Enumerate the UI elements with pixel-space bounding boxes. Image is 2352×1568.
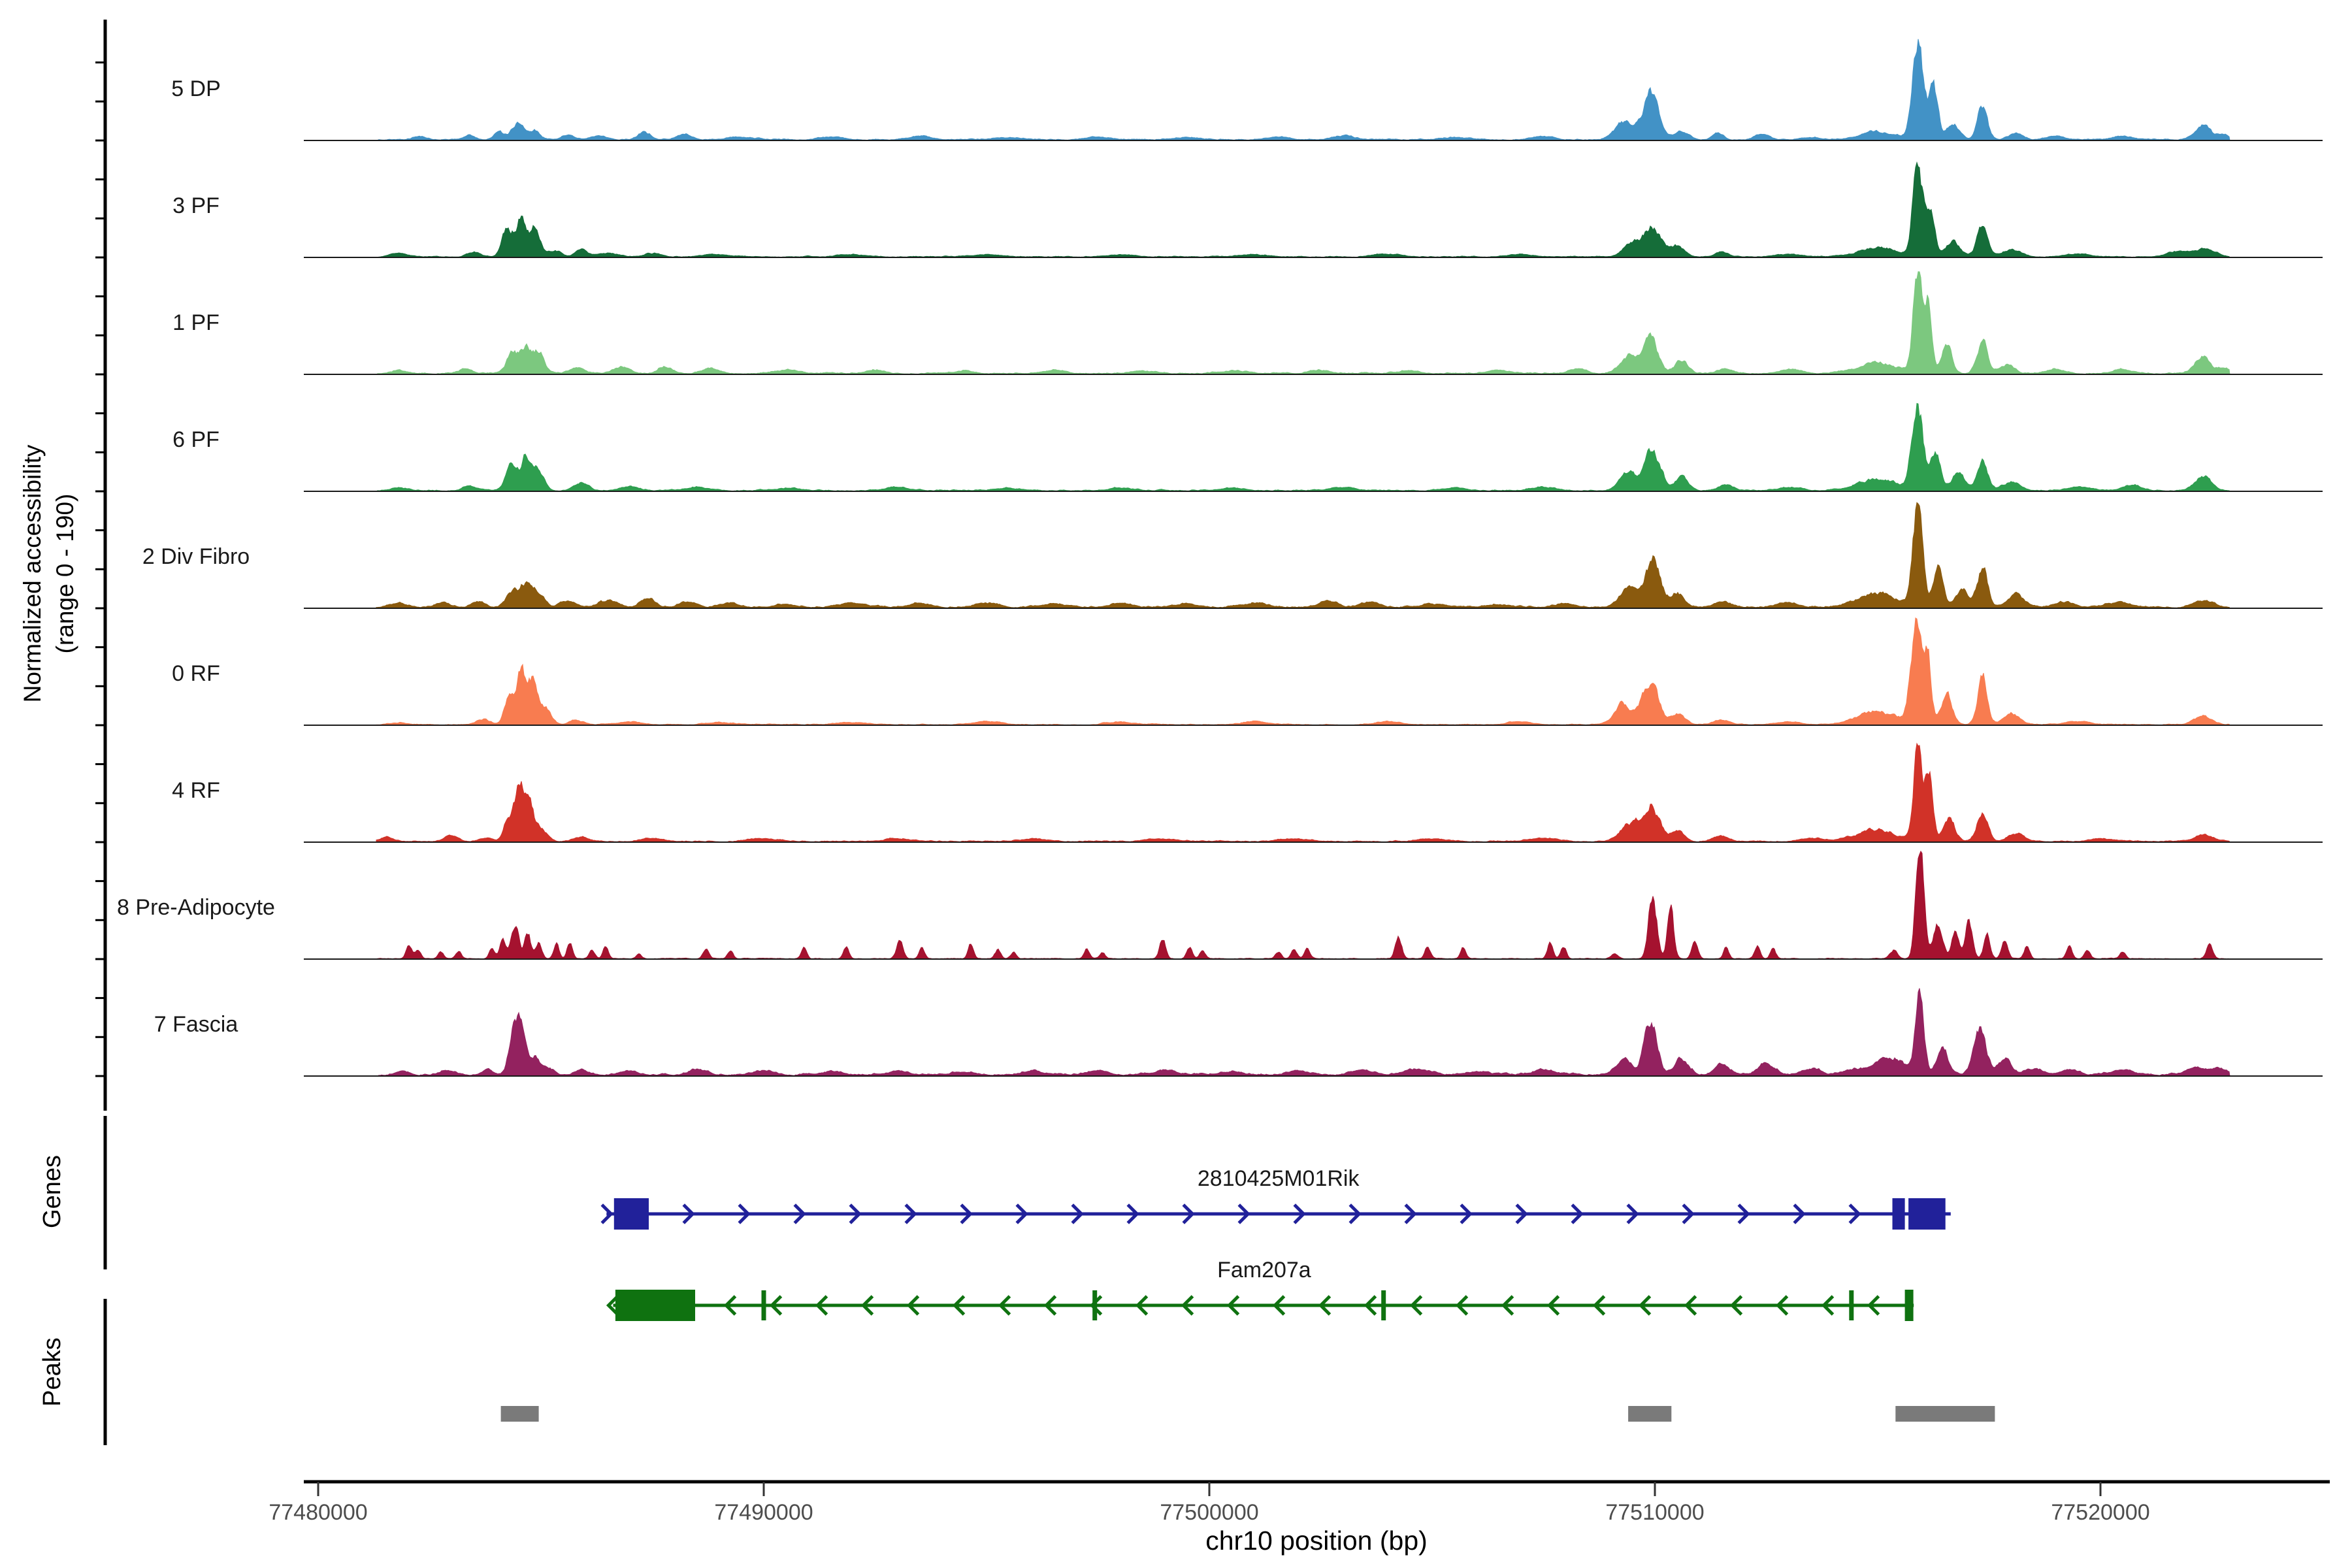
y-axis-label-line1: Normalized accessibility bbox=[19, 444, 46, 702]
gene-label-Fam207a: Fam207a bbox=[1217, 1258, 1311, 1282]
track-baselines-layer bbox=[304, 140, 2323, 1076]
gene-model-Fam207a: Fam207a bbox=[608, 1258, 1914, 1321]
track-label-2-Div-Fibro: 2 Div Fibro bbox=[142, 544, 250, 569]
peak-calls-layer bbox=[501, 1406, 1995, 1422]
plot-canvas: Normalized accessibility (range 0 - 190)… bbox=[0, 0, 2352, 1568]
peak-call-bar bbox=[1895, 1406, 1995, 1422]
coverage-track-area-1-PF bbox=[376, 272, 2230, 374]
gene-exon-thin bbox=[1849, 1290, 1854, 1320]
track-label-7-Fascia: 7 Fascia bbox=[154, 1012, 238, 1037]
x-axis-title: chr10 position (bp) bbox=[1205, 1526, 1428, 1556]
track-label-4-RF: 4 RF bbox=[172, 778, 220, 803]
gene-exon bbox=[614, 1198, 649, 1230]
x-tick-label-77490000: 77490000 bbox=[714, 1500, 813, 1525]
peak-call-bar bbox=[1628, 1406, 1671, 1422]
coverage-track-area-8-Pre-Adipocyte bbox=[376, 851, 2230, 959]
x-tick-label-77510000: 77510000 bbox=[1605, 1500, 1704, 1525]
track-label-1-PF: 1 PF bbox=[172, 310, 220, 335]
x-tick-label-77520000: 77520000 bbox=[2051, 1500, 2149, 1525]
track-label-3-PF: 3 PF bbox=[172, 193, 220, 218]
gene-exon bbox=[615, 1290, 695, 1321]
gene-exon-thin bbox=[1092, 1290, 1097, 1320]
peak-call-bar bbox=[501, 1406, 539, 1422]
gene-exon-thin bbox=[1381, 1290, 1386, 1320]
coverage-track-area-4-RF bbox=[376, 743, 2230, 842]
gene-exon bbox=[1908, 1198, 1946, 1230]
coverage-areas-layer bbox=[376, 39, 2230, 1076]
gene-model-2810425M01Rik: 2810425M01Rik bbox=[602, 1166, 1951, 1230]
track-label-5-DP: 5 DP bbox=[171, 76, 221, 101]
track-label-8-Pre-Adipocyte: 8 Pre-Adipocyte bbox=[117, 895, 275, 920]
coverage-track-area-7-Fascia bbox=[376, 988, 2230, 1076]
x-tick-labels-layer: 77480000 77490000 77500000 77510000 77520000 bbox=[269, 1500, 2149, 1525]
coverage-plot-figure: Normalized accessibility (range 0 - 190)… bbox=[0, 0, 2352, 1568]
x-tick-label-77500000: 77500000 bbox=[1160, 1500, 1258, 1525]
coverage-track-area-5-DP bbox=[376, 39, 2230, 140]
coverage-track-area-6-PF bbox=[376, 403, 2230, 491]
gene-exon bbox=[1905, 1290, 1914, 1321]
track-label-6-PF: 6 PF bbox=[172, 427, 220, 452]
track-label-0-RF: 0 RF bbox=[172, 661, 220, 686]
coverage-track-area-0-RF bbox=[376, 618, 2230, 725]
coverage-track-area-3-PF bbox=[376, 163, 2230, 257]
gene-label-2810425M01Rik: 2810425M01Rik bbox=[1198, 1166, 1360, 1191]
gene-exon bbox=[1893, 1198, 1905, 1230]
genes-section-label: Genes bbox=[39, 1155, 66, 1228]
track-labels-layer: 5 DP 3 PF 1 PF 6 PF 2 Div Fibro 0 RF 4 RF 8 Pre… bbox=[117, 76, 275, 1037]
y-axis-label-line2: (range 0 - 190) bbox=[52, 494, 78, 654]
peaks-section-label: Peaks bbox=[39, 1337, 66, 1407]
strand-chevron bbox=[602, 1205, 611, 1223]
axes-layer bbox=[95, 20, 2330, 1496]
gene-models-layer: 2810425M01Rik Fam207a bbox=[602, 1166, 1951, 1321]
coverage-track-area-2-Div-Fibro bbox=[376, 502, 2230, 608]
gene-exon-thin bbox=[762, 1290, 766, 1320]
x-tick-label-77480000: 77480000 bbox=[269, 1500, 367, 1525]
